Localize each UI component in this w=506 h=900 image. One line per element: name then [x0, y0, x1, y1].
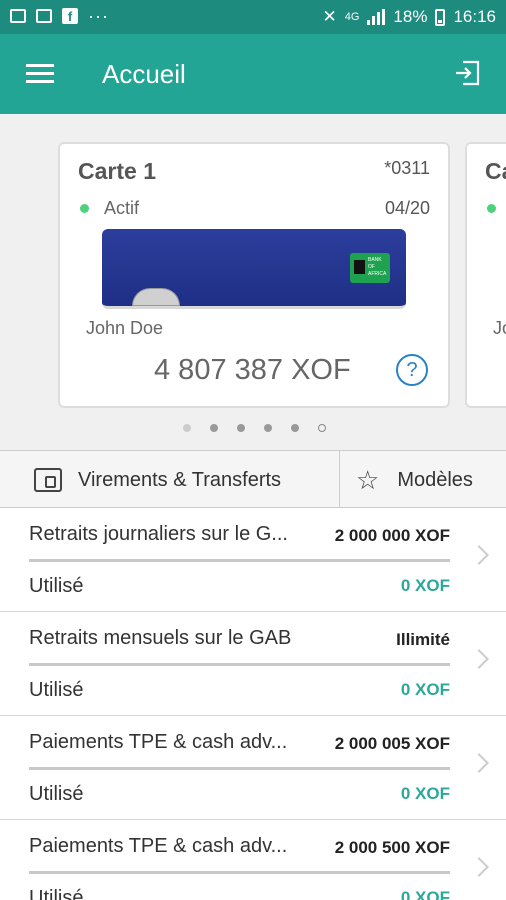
- clock: 16:16: [453, 7, 496, 26]
- signal-icon: [367, 9, 386, 25]
- limit-amount: 2 000 500 XOF: [334, 838, 450, 857]
- pager-dot[interactable]: [237, 424, 245, 432]
- limit-label: Retraits mensuels sur le GAB: [29, 627, 292, 649]
- carousel-pager: [183, 424, 326, 432]
- menu-icon[interactable]: [26, 64, 54, 84]
- limit-amount: 2 000 005 XOF: [334, 734, 450, 753]
- used-value: 0 XOF: [400, 680, 450, 699]
- used-label: Utilisé: [29, 783, 84, 805]
- help-button[interactable]: ?: [396, 354, 428, 386]
- limit-amount: 2 000 000 XOF: [334, 526, 450, 545]
- used-value: 0 XOF: [400, 576, 450, 595]
- card-next[interactable]: Ca Jo: [465, 142, 506, 408]
- used-value: 0 XOF: [400, 888, 450, 900]
- card-image: BANK OF AFRICA: [102, 229, 406, 309]
- card-name: Carte 1: [78, 158, 156, 184]
- limit-label: Retraits journaliers sur le G...: [29, 523, 288, 545]
- tab-transfers[interactable]: Virements & Transferts: [34, 451, 281, 509]
- pager-dot-active[interactable]: [318, 424, 326, 432]
- list-item[interactable]: Retraits mensuels sur le GAB Illimité Ut…: [0, 612, 506, 716]
- limit-amount: Illimité: [396, 630, 450, 649]
- list-item[interactable]: Retraits journaliers sur le G... 2 000 0…: [0, 508, 506, 612]
- star-icon: ☆: [356, 464, 380, 495]
- limit-progress-bar: [29, 871, 450, 874]
- tab-templates[interactable]: ☆ Modèles: [356, 451, 473, 509]
- used-label: Utilisé: [29, 887, 84, 900]
- chevron-right-icon: [469, 857, 489, 877]
- chevron-right-icon: [469, 649, 489, 669]
- chevron-right-icon: [469, 753, 489, 773]
- status-bar: f ··· ✕ 4G 18% 16:16: [0, 0, 506, 34]
- more-notifications-icon: ···: [88, 6, 109, 26]
- gallery-icon: [10, 9, 26, 23]
- status-dot-icon: [80, 204, 89, 213]
- logout-icon[interactable]: [454, 60, 480, 86]
- app-bar: Accueil: [0, 34, 506, 114]
- used-value: 0 XOF: [400, 784, 450, 803]
- pager-dot[interactable]: [183, 424, 191, 432]
- wallet-icon: [34, 468, 62, 492]
- card-expiry: 04/20: [384, 198, 430, 218]
- page-title: Accueil: [102, 59, 186, 89]
- photo-settings-icon: [36, 9, 52, 23]
- battery-icon: [435, 8, 446, 26]
- limit-progress-bar: [29, 663, 450, 666]
- facebook-icon: f: [62, 8, 78, 24]
- network-type: 4G: [344, 11, 360, 23]
- pager-dot[interactable]: [210, 424, 218, 432]
- card-holder: Jo: [493, 318, 506, 338]
- card-carte-1[interactable]: Carte 1 *0311 Actif 04/20 BANK OF AFRICA…: [58, 142, 450, 408]
- limits-list: Retraits journaliers sur le G... 2 000 0…: [0, 508, 506, 900]
- card-name: Ca: [485, 158, 506, 184]
- used-label: Utilisé: [29, 679, 84, 701]
- bank-logo: BANK OF AFRICA: [350, 253, 390, 283]
- mute-icon: ✕: [322, 7, 337, 26]
- card-chip-icon: [132, 288, 180, 306]
- limit-progress-bar: [29, 767, 450, 770]
- list-item[interactable]: Paiements TPE & cash adv... 2 000 500 XO…: [0, 820, 506, 900]
- tab-divider: [339, 451, 340, 509]
- battery-percent: 18%: [393, 7, 428, 26]
- pager-dot[interactable]: [291, 424, 299, 432]
- card-masked-number: *0311: [384, 158, 430, 178]
- card-holder: John Doe: [86, 318, 164, 338]
- used-label: Utilisé: [29, 575, 84, 597]
- limit-progress-bar: [29, 559, 450, 562]
- chevron-right-icon: [469, 545, 489, 565]
- status-dot-icon: [487, 204, 496, 213]
- tab-templates-label: Modèles: [397, 468, 473, 491]
- action-tabs: Virements & Transferts ☆ Modèles: [0, 450, 506, 509]
- pager-dot[interactable]: [264, 424, 272, 432]
- card-balance: 4 807 387 XOF: [154, 354, 351, 386]
- limit-label: Paiements TPE & cash adv...: [29, 731, 288, 753]
- tab-transfers-label: Virements & Transferts: [78, 468, 282, 491]
- limit-label: Paiements TPE & cash adv...: [29, 835, 288, 857]
- card-status: Actif: [104, 198, 140, 218]
- list-item[interactable]: Paiements TPE & cash adv... 2 000 005 XO…: [0, 716, 506, 820]
